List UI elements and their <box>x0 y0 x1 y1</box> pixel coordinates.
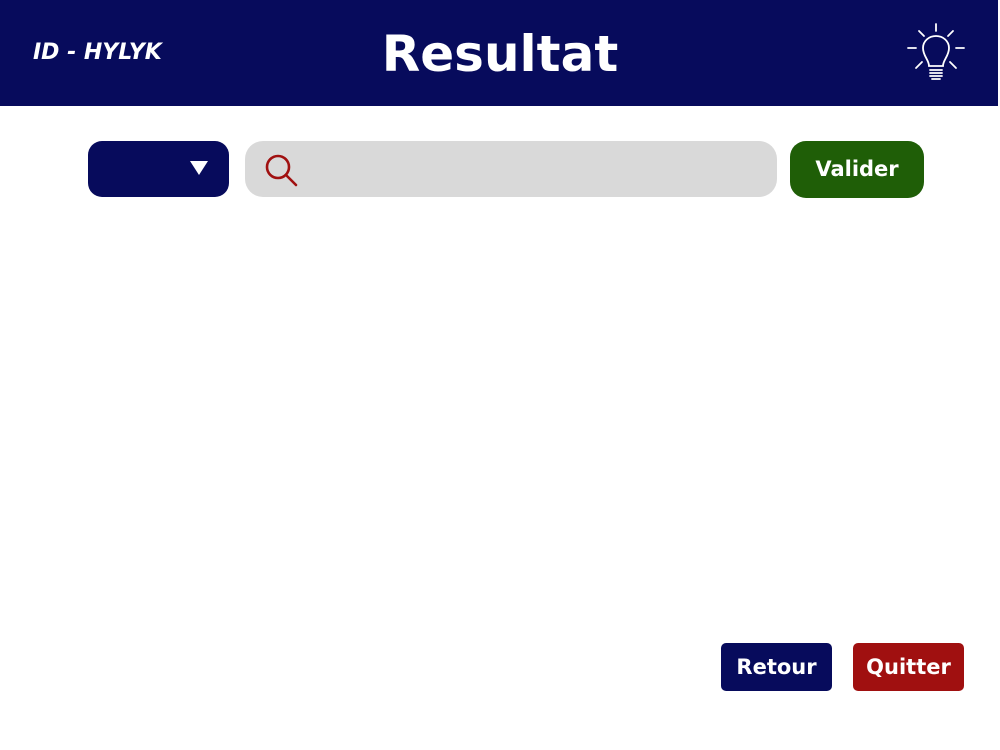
search-input[interactable] <box>309 151 763 189</box>
search-box[interactable] <box>245 141 777 197</box>
quit-button[interactable]: Quitter <box>853 643 964 691</box>
validate-button[interactable]: Valider <box>790 141 924 198</box>
chevron-down-icon[interactable] <box>190 161 208 175</box>
search-icon[interactable] <box>263 152 299 188</box>
page-title: Resultat <box>381 25 619 83</box>
back-button[interactable]: Retour <box>721 643 832 691</box>
lightbulb-icon[interactable] <box>905 22 967 84</box>
header-bar: ID - HYLYK Resultat <box>0 0 998 106</box>
